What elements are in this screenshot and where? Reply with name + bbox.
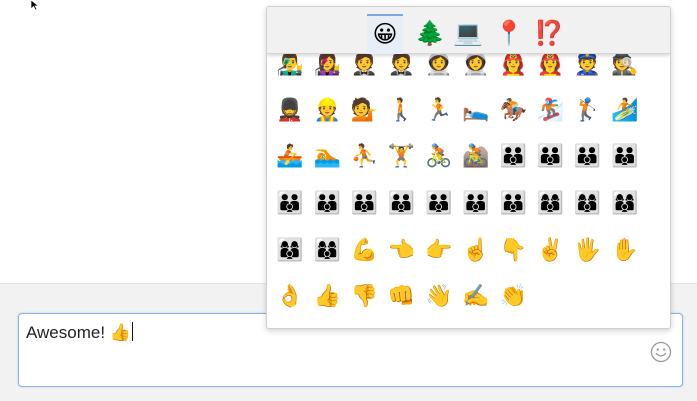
emoji-cell[interactable]: 👨‍👨‍👦 [347, 187, 381, 221]
emoji-cell[interactable]: ✋ [608, 234, 642, 268]
tab-objects[interactable]: 💻 [450, 15, 486, 51]
emoji-grid: 👨‍🎤 👩‍🎤 🤵 🤵 👩‍🚀 👩‍🚀 👩‍🚒 👩‍🚒 👮 🕵️ 💂 👷 💁 🚶 🏃 🛌 🏇 🏂 🏌️ 🏄 🚣 🏊 ⛹️ 🏋️… [267, 54, 670, 328]
emoji-cell[interactable]: 🏋️ [385, 140, 419, 174]
mouse-pointer-icon [30, 0, 40, 10]
emoji-cell[interactable]: ✌️ [533, 234, 567, 268]
emoji-cell[interactable]: 👪 [496, 140, 530, 174]
emoji-cell[interactable]: 🚴 [422, 140, 456, 174]
emoji-cell[interactable]: 🕵️ [608, 54, 642, 82]
emoji-cell[interactable]: 🚣 [273, 140, 307, 174]
emoji-picker-button[interactable] [650, 341, 672, 363]
emoji-row: 👌 👍 👎 👊 👋 ✍️ 👏 [273, 280, 653, 320]
text-caret [131, 322, 133, 341]
emoji-cell[interactable]: 👩‍👩‍👦 [273, 234, 307, 268]
emoji-cell[interactable]: 👷 [310, 94, 344, 128]
emoji-cell[interactable]: 💂 [273, 94, 307, 128]
emoji-cell[interactable]: 👮 [571, 54, 605, 82]
emoji-cell[interactable]: ⛹️ [347, 140, 381, 174]
emoji-cell[interactable]: 💁 [347, 94, 381, 128]
emoji-cell[interactable]: 👉 [422, 234, 456, 268]
emoji-cell[interactable]: 👪 [273, 187, 307, 221]
emoji-cell[interactable]: 🏃 [422, 94, 456, 128]
emoji-cell[interactable]: 🚶 [385, 94, 419, 128]
emoji-cell[interactable]: 👊 [385, 280, 419, 314]
emoji-cell[interactable]: 👩‍🚒 [533, 54, 567, 82]
emoji-cell[interactable]: 👋 [422, 280, 456, 314]
emoji-cell[interactable]: 👎 [347, 280, 381, 314]
emoji-cell[interactable]: 👩‍👩‍👦 [608, 187, 642, 221]
smiley-icon [650, 341, 672, 363]
emoji-cell[interactable]: ✍️ [459, 280, 493, 314]
emoji-cell[interactable]: 🤵 [347, 54, 381, 82]
emoji-cell[interactable]: 👩‍🎤 [310, 54, 344, 82]
emoji-cell[interactable]: 👩‍👩‍👦 [571, 187, 605, 221]
emoji-cell[interactable]: 👈 [385, 234, 419, 268]
emoji-row: 🚣 🏊 ⛹️ 🏋️ 🚴 🚵 👪 👪 👪 👪 [273, 140, 653, 180]
emoji-cell[interactable]: 👩‍🚀 [459, 54, 493, 82]
emoji-row: 👨‍🎤 👩‍🎤 🤵 🤵 👩‍🚀 👩‍🚀 👩‍🚒 👩‍🚒 👮 🕵️ [273, 54, 653, 88]
emoji-cell[interactable]: 👩‍👩‍👦 [310, 234, 344, 268]
message-text: Awesome! 👍 [26, 323, 131, 342]
emoji-row: 👩‍👩‍👦 👩‍👩‍👦 💪 👈 👉 ☝️ 👇 ✌️ 🖐️ ✋ [273, 234, 653, 274]
emoji-cell[interactable]: 👪 [571, 140, 605, 174]
emoji-cell[interactable]: 👨‍👨‍👦 [496, 187, 530, 221]
emoji-cell[interactable]: ☝️ [459, 234, 493, 268]
emoji-cell[interactable]: 👩‍🚀 [422, 54, 456, 82]
emoji-category-tabs: 😀 🌲 💻 📍 ⁉️ [267, 7, 670, 54]
emoji-cell[interactable]: 🏇 [496, 94, 530, 128]
emoji-cell[interactable]: 👏 [496, 280, 530, 314]
tab-symbols[interactable]: ⁉️ [531, 15, 567, 51]
emoji-cell[interactable]: 👨‍🎤 [273, 54, 307, 82]
emoji-cell[interactable]: 👪 [310, 187, 344, 221]
emoji-cell[interactable]: 🤵 [385, 54, 419, 82]
emoji-cell[interactable]: 💪 [347, 234, 381, 268]
emoji-row: 💂 👷 💁 🚶 🏃 🛌 🏇 🏂 🏌️ 🏄 [273, 94, 653, 134]
emoji-cell[interactable]: 🚵 [459, 140, 493, 174]
emoji-cell[interactable]: 🏊 [310, 140, 344, 174]
emoji-row: 👪 👪 👨‍👨‍👦 👨‍👨‍👦 👨‍👨‍👦 👨‍👨‍👦 👨‍👨‍👦 👩‍👩‍👦 👩‍👩‍👦 👩‍👩… [273, 187, 653, 227]
emoji-cell[interactable]: 👪 [533, 140, 567, 174]
emoji-cell[interactable]: 🛌 [459, 94, 493, 128]
emoji-cell[interactable]: 🏌️ [571, 94, 605, 128]
emoji-cell[interactable]: 👩‍🚒 [496, 54, 530, 82]
emoji-cell[interactable]: 👨‍👨‍👦 [422, 187, 456, 221]
emoji-cell[interactable]: 👇 [496, 234, 530, 268]
emoji-cell[interactable]: 👨‍👨‍👦 [385, 187, 419, 221]
emoji-cell[interactable]: 👌 [273, 280, 307, 314]
emoji-cell[interactable]: 🏄 [608, 94, 642, 128]
tab-nature[interactable]: 🌲 [412, 15, 448, 51]
emoji-cell[interactable]: 👍 [310, 280, 344, 314]
emoji-cell[interactable]: 👨‍👨‍👦 [459, 187, 493, 221]
emoji-cell[interactable]: 🖐️ [571, 234, 605, 268]
tab-smileys-people[interactable]: 😀 [367, 14, 403, 54]
emoji-cell[interactable]: 👩‍👩‍👦 [533, 187, 567, 221]
emoji-cell[interactable]: 👪 [608, 140, 642, 174]
emoji-picker: 😀 🌲 💻 📍 ⁉️ 👨‍🎤 👩‍🎤 🤵 🤵 👩‍🚀 👩‍🚀 👩‍🚒 👩‍🚒 👮 🕵️ 💂 👷 💁 🚶 🏃 🛌 🏇 🏂 🏌️… [266, 6, 671, 329]
tab-places[interactable]: 📍 [491, 15, 527, 51]
emoji-cell[interactable]: 🏂 [533, 94, 567, 128]
